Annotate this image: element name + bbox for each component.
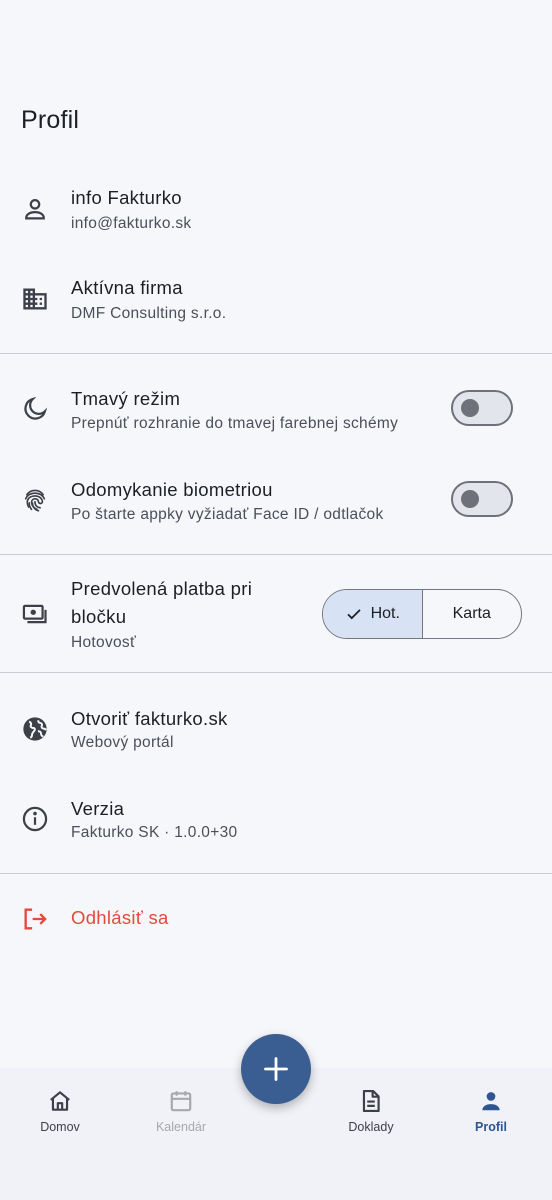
building-icon bbox=[20, 284, 50, 314]
payment-option-cash[interactable]: Hot. bbox=[323, 590, 423, 638]
dark-mode-toggle[interactable] bbox=[451, 390, 513, 426]
toggle-knob bbox=[461, 490, 479, 508]
payment-subtitle: Hotovosť bbox=[71, 634, 137, 651]
nav-profile-label: Profil bbox=[475, 1120, 507, 1134]
money-icon bbox=[20, 599, 50, 629]
company-title: Aktívna firma bbox=[71, 277, 183, 298]
website-subtitle: Webový portál bbox=[71, 734, 174, 751]
profile-icon bbox=[482, 1092, 500, 1111]
person-icon bbox=[20, 194, 50, 224]
version-row[interactable]: Verzia Fakturko SK · 1.0.0+30 bbox=[0, 790, 552, 860]
document-icon bbox=[362, 1089, 380, 1113]
biometric-row: Odomykanie biometriou Po štarte appky vy… bbox=[0, 471, 552, 541]
logout-icon bbox=[20, 904, 50, 934]
website-row[interactable]: Otvoriť fakturko.sk Webový portál bbox=[0, 700, 552, 770]
divider bbox=[0, 353, 552, 354]
account-email: info@fakturko.sk bbox=[71, 215, 192, 232]
fingerprint-icon bbox=[20, 485, 50, 515]
divider bbox=[0, 873, 552, 874]
payment-title-line2: bločku bbox=[71, 606, 127, 627]
logout-button[interactable]: Odhlásiť sa bbox=[0, 900, 552, 940]
calendar-icon bbox=[170, 1091, 192, 1112]
biometric-toggle[interactable] bbox=[451, 481, 513, 517]
check-icon bbox=[346, 609, 361, 620]
toggle-knob bbox=[461, 399, 479, 417]
company-name: DMF Consulting s.r.o. bbox=[71, 305, 227, 322]
version-title: Verzia bbox=[71, 798, 125, 819]
dark-mode-subtitle: Prepnúť rozhranie do tmavej farebnej sch… bbox=[71, 415, 399, 432]
account-row[interactable]: info Fakturko info@fakturko.sk bbox=[0, 180, 552, 250]
globe-icon bbox=[20, 714, 50, 744]
nav-calendar[interactable]: Kalendár bbox=[126, 1088, 236, 1134]
moon-icon bbox=[20, 394, 50, 424]
nav-documents-label: Doklady bbox=[348, 1120, 394, 1134]
payment-title-line1: Predvolená platba pri bbox=[71, 578, 253, 599]
biometric-title: Odomykanie biometriou bbox=[71, 479, 273, 500]
biometric-subtitle: Po štarte appky vyžiadať Face ID / odtla… bbox=[71, 506, 384, 523]
website-title: Otvoriť fakturko.sk bbox=[71, 708, 228, 729]
logout-label: Odhlásiť sa bbox=[71, 907, 169, 928]
add-button[interactable] bbox=[241, 1034, 311, 1104]
plus-icon bbox=[264, 1057, 288, 1081]
nav-profile[interactable]: Profil bbox=[436, 1088, 546, 1134]
nav-calendar-label: Kalendár bbox=[155, 1120, 207, 1134]
payment-option-card-label: Karta bbox=[452, 605, 491, 622]
page-title: Profil bbox=[21, 106, 80, 134]
divider bbox=[0, 554, 552, 555]
home-icon bbox=[50, 1091, 70, 1111]
payment-option-cash-label: Hot. bbox=[370, 605, 400, 622]
company-row[interactable]: Aktívna firma DMF Consulting s.r.o. bbox=[0, 270, 552, 340]
nav-documents[interactable]: Doklady bbox=[316, 1088, 426, 1134]
payment-segmented-control[interactable]: Hot. Karta bbox=[322, 589, 522, 639]
dark-mode-row: Tmavý režim Prepnúť rozhranie do tmavej … bbox=[0, 380, 552, 450]
version-subtitle: Fakturko SK · 1.0.0+30 bbox=[71, 824, 238, 841]
payment-option-card[interactable]: Karta bbox=[423, 590, 522, 638]
nav-home[interactable]: Domov bbox=[5, 1088, 115, 1134]
info-icon bbox=[20, 804, 50, 834]
dark-mode-title: Tmavý režim bbox=[71, 388, 181, 409]
divider bbox=[0, 672, 552, 673]
account-name: info Fakturko bbox=[71, 187, 182, 208]
nav-home-label: Domov bbox=[40, 1120, 80, 1134]
